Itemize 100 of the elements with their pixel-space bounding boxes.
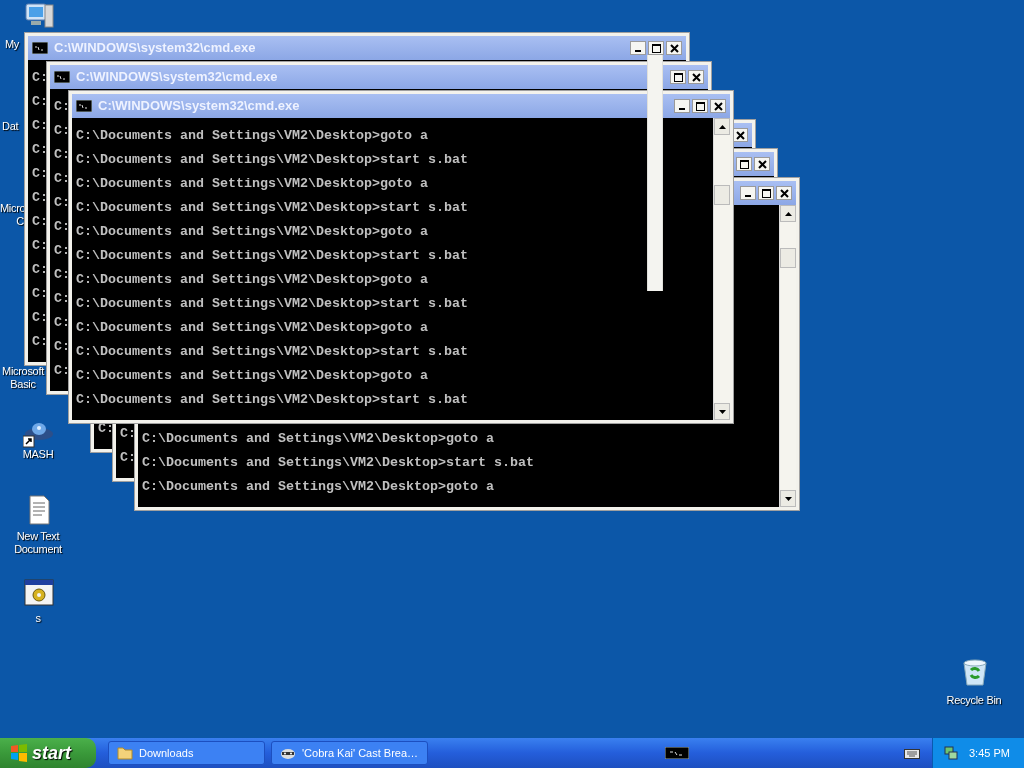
icon-label[interactable]: New Text Document — [0, 530, 76, 556]
maximize-button[interactable] — [736, 157, 752, 171]
console-line: C: — [32, 165, 48, 183]
console-line: C: — [54, 122, 70, 140]
window-title: C:\WINDOWS\system32\cmd.exe — [54, 39, 256, 58]
keyboard-icon[interactable] — [904, 747, 920, 759]
maximize-button[interactable] — [648, 41, 664, 55]
console-line: C: — [54, 242, 70, 260]
gear-window-icon[interactable] — [23, 577, 55, 609]
console-line: C: — [54, 170, 70, 188]
icon-label[interactable]: Dat — [2, 120, 24, 133]
scroll-up-button[interactable] — [780, 205, 796, 222]
folder-icon — [117, 746, 133, 760]
close-icon — [667, 42, 681, 54]
console-line: C: — [54, 98, 70, 116]
close-button[interactable] — [776, 186, 792, 200]
maximize-icon — [649, 42, 663, 54]
console-line: C: — [32, 141, 48, 159]
minimize-button[interactable] — [740, 186, 756, 200]
console-line: C: — [54, 290, 70, 308]
console-line: C: — [32, 213, 48, 231]
console-line: C: — [32, 261, 48, 279]
console-line: C: — [32, 93, 48, 111]
window-title: C:\WINDOWS\system32\cmd.exe — [98, 97, 300, 116]
maximize-icon — [693, 100, 707, 112]
close-icon — [733, 129, 747, 141]
console-line: C:\Documents and Settings\VM2\Desktop>start s.bat — [76, 343, 468, 361]
close-button[interactable] — [710, 99, 726, 113]
window-title: C:\WINDOWS\system32\cmd.exe — [76, 68, 278, 87]
console-line: C:\Documents and Settings\VM2\Desktop>start s.bat — [76, 295, 468, 313]
taskbar-button[interactable]: Downloads — [108, 741, 265, 765]
console-line: C:\Documents and Settings\VM2\Desktop>goto a — [76, 367, 428, 385]
console-icon — [54, 71, 70, 83]
network-icon[interactable] — [943, 745, 959, 761]
maximize-icon — [759, 187, 773, 199]
start-button[interactable]: start — [0, 738, 96, 768]
console-line: C:\Documents and Settings\VM2\Desktop>goto a — [142, 430, 494, 448]
close-icon — [755, 158, 769, 170]
scroll-thumb[interactable] — [714, 185, 730, 205]
console-line: C: — [54, 362, 70, 380]
icon-label[interactable]: MASH — [0, 448, 76, 461]
close-button[interactable] — [754, 157, 770, 171]
down-arrow-icon — [784, 496, 792, 501]
scrollbar[interactable] — [779, 205, 796, 507]
console-line: C: — [32, 69, 48, 87]
console-line: C: — [32, 309, 48, 327]
scroll-down-button[interactable] — [780, 490, 796, 507]
console-line: C: — [54, 314, 70, 332]
taskbar-button[interactable]: 'Cobra Kai' Cast Brea… — [271, 741, 428, 765]
minimize-icon — [745, 195, 751, 197]
maximize-button[interactable] — [758, 186, 774, 200]
console-line: C: — [54, 338, 70, 356]
down-arrow-icon — [718, 409, 726, 414]
maximize-icon — [671, 71, 685, 83]
console-line: C: — [120, 449, 136, 467]
clock[interactable]: 3:45 PM — [969, 744, 1010, 762]
scroll-up-button[interactable] — [714, 118, 730, 135]
console-line: C: — [32, 333, 48, 351]
console-line: C:\Documents and Settings\VM2\Desktop>start s.bat — [142, 454, 534, 472]
console-line: C: — [32, 285, 48, 303]
icon-label[interactable]: Microsoft Basic — [0, 365, 46, 391]
maximize-button[interactable] — [692, 99, 708, 113]
animal-face-icon — [280, 746, 296, 760]
console-taskbar-icon[interactable] — [665, 747, 689, 759]
close-icon — [777, 187, 791, 199]
maximize-button[interactable] — [670, 70, 686, 84]
icon-label[interactable]: My — [5, 38, 23, 51]
minimize-icon — [679, 108, 685, 110]
console-icon — [76, 100, 92, 112]
console-line: C: — [32, 237, 48, 255]
scroll-thumb[interactable] — [780, 248, 796, 268]
minimize-button[interactable] — [674, 99, 690, 113]
icon-label[interactable]: s — [0, 612, 76, 625]
up-arrow-icon — [784, 211, 792, 216]
console-line: C:\Documents and Settings\VM2\Desktop>goto a — [142, 478, 494, 496]
close-button[interactable] — [666, 41, 682, 55]
console-line: C:\Documents and Settings\VM2\Desktop>goto a — [76, 319, 428, 337]
console-line: C:\Documents and Settings\VM2\Desktop>start s.bat — [76, 391, 468, 409]
console-line: C: — [32, 189, 48, 207]
minimize-icon — [635, 50, 641, 52]
console-line: C: — [54, 146, 70, 164]
console-line: C: — [54, 266, 70, 284]
console-line: C: — [54, 218, 70, 236]
scroll-down-button[interactable] — [714, 403, 730, 420]
minimize-button[interactable] — [630, 41, 646, 55]
console-line: C:\Documents and Settings\VM2\Desktop>goto a — [76, 127, 428, 145]
console-line: C: — [32, 117, 48, 135]
console-line: C: — [120, 425, 136, 443]
console-line: C:\Documents and Settings\VM2\Desktop>goto a — [76, 175, 428, 193]
console-line: C:\Documents and Settings\VM2\Desktop>start s.bat — [76, 151, 468, 169]
console-icon — [32, 42, 48, 54]
close-button[interactable] — [688, 70, 704, 84]
close-icon — [689, 71, 703, 83]
console-line: C:\Documents and Settings\VM2\Desktop>start s.bat — [76, 199, 468, 217]
icon-label[interactable]: Recycle Bin — [934, 694, 1014, 707]
up-arrow-icon — [718, 124, 726, 129]
close-icon — [711, 100, 725, 112]
scrollbar[interactable] — [713, 118, 730, 420]
console-line: C:\Documents and Settings\VM2\Desktop>goto a — [76, 223, 428, 241]
maximize-icon — [737, 158, 751, 170]
